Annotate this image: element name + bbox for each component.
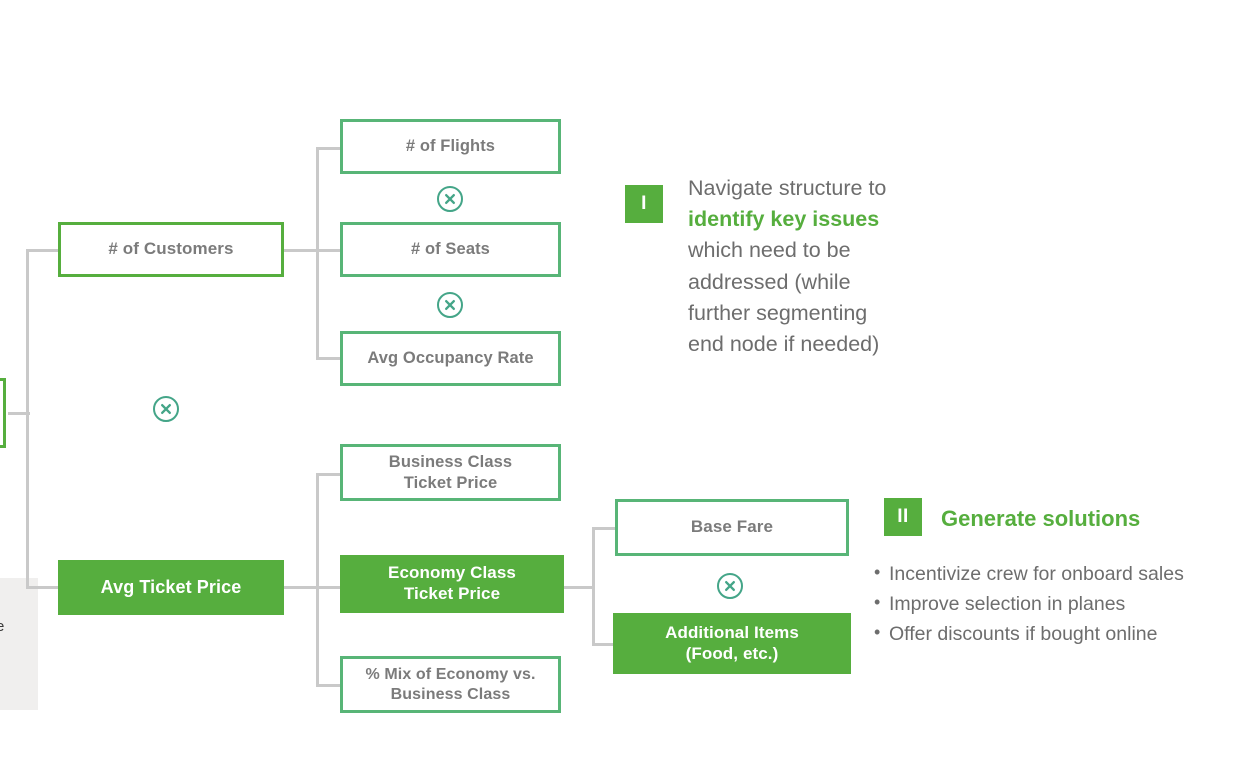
node-base-fare[interactable]: Base Fare [615, 499, 849, 556]
annotation-marker-two: II [884, 498, 922, 536]
node-num-flights[interactable]: # of Flights [340, 119, 561, 174]
connector-ticketprice-out [284, 586, 318, 589]
annotation-marker-one: I [625, 185, 663, 223]
annotation-two-bullet-list: Incentivize crew for onboard sales Impro… [874, 559, 1184, 650]
node-num-customers[interactable]: # of Customers [58, 222, 284, 277]
node-num-customers-label: # of Customers [108, 239, 234, 259]
node-business-class-line1: Business Class [388, 453, 513, 472]
connector-ticketprice-bracket [316, 473, 319, 685]
annotation-one-line6: end node if needed) [688, 331, 880, 356]
node-num-seats[interactable]: # of Seats [340, 222, 561, 277]
connector-customers-to-seats [316, 249, 342, 252]
annotation-marker-two-label: II [897, 506, 909, 527]
list-item: Incentivize crew for onboard sales [874, 559, 1184, 590]
connector-ticketprice-to-economy [316, 586, 342, 589]
annotation-one-highlight: identify key issues [688, 207, 880, 232]
node-additional-items[interactable]: Additional Items (Food, etc.) [613, 613, 851, 674]
node-root-clipped-upper[interactable] [0, 378, 6, 448]
connector-customers-out [284, 249, 318, 252]
connector-customers-to-flights [316, 147, 342, 150]
multiply-operator-icon [437, 292, 463, 318]
annotation-one-line1: Navigate structure to [688, 176, 887, 200]
node-base-fare-label: Base Fare [690, 517, 774, 537]
node-num-seats-label: # of Seats [411, 240, 490, 259]
annotation-two-title: Generate solutions [941, 506, 1140, 532]
node-business-class-ticket-price[interactable]: Business Class Ticket Price [340, 444, 561, 501]
multiply-operator-icon [153, 396, 179, 422]
annotation-two-bullet-3: Offer discounts if bought online [889, 622, 1158, 645]
annotation-two-title-label: Generate solutions [941, 506, 1141, 531]
annotation-marker-one-label: I [641, 193, 647, 214]
side-panel [0, 578, 38, 710]
node-economy-class-line1: Economy Class [388, 563, 516, 583]
list-item: Offer discounts if bought online [874, 619, 1184, 650]
annotation-one-text: Navigate structure to identify key issue… [688, 173, 978, 360]
node-additional-items-line2: (Food, etc.) [685, 643, 779, 663]
multiply-operator-icon [437, 186, 463, 212]
connector-ticketprice-to-business [316, 473, 342, 476]
node-num-flights-label: # of Flights [405, 137, 496, 156]
connector-economy-out [562, 586, 594, 589]
annotation-one-line3: which need to be [688, 238, 851, 263]
connector-trunk-to-ticket-price [26, 586, 60, 589]
diagram-canvas: e # of Customers Avg Ticket Price # of F… [0, 0, 1241, 766]
connector-customers-bracket [316, 147, 319, 359]
connector-customers-to-occupancy [316, 357, 342, 360]
node-pct-mix-line1: % Mix of Economy vs. [365, 665, 536, 683]
node-avg-ticket-price[interactable]: Avg Ticket Price [58, 560, 284, 615]
annotation-two-bullet-2: Improve selection in planes [889, 592, 1126, 615]
node-economy-class-line2: Ticket Price [403, 584, 501, 603]
connector-economy-bracket [592, 527, 595, 645]
annotation-one-line4: addressed (while [688, 269, 851, 294]
node-pct-mix-economy-business[interactable]: % Mix of Economy vs. Business Class [340, 656, 561, 713]
connector-economy-to-basefare [592, 527, 616, 530]
connector-trunk-to-customers [26, 249, 60, 252]
node-avg-occupancy-rate[interactable]: Avg Occupancy Rate [340, 331, 561, 386]
annotation-two-bullet-1: Incentivize crew for onboard sales [889, 563, 1184, 585]
multiply-operator-icon [717, 573, 743, 599]
node-avg-occupancy-rate-label: Avg Occupancy Rate [367, 349, 534, 368]
node-economy-class-ticket-price[interactable]: Economy Class Ticket Price [340, 555, 564, 613]
list-item: Improve selection in planes [874, 589, 1184, 620]
node-avg-ticket-price-label: Avg Ticket Price [100, 576, 242, 597]
connector-ticketprice-to-pctmix [316, 684, 342, 687]
connector-trunk-vertical [26, 249, 29, 589]
node-additional-items-line1: Additional Items [665, 622, 799, 642]
node-pct-mix-line2: Business Class [390, 685, 511, 703]
annotation-one-line5: further segmenting [688, 300, 868, 325]
side-panel-clipped-text: e [0, 618, 5, 635]
node-business-class-line2: Ticket Price [403, 473, 498, 492]
